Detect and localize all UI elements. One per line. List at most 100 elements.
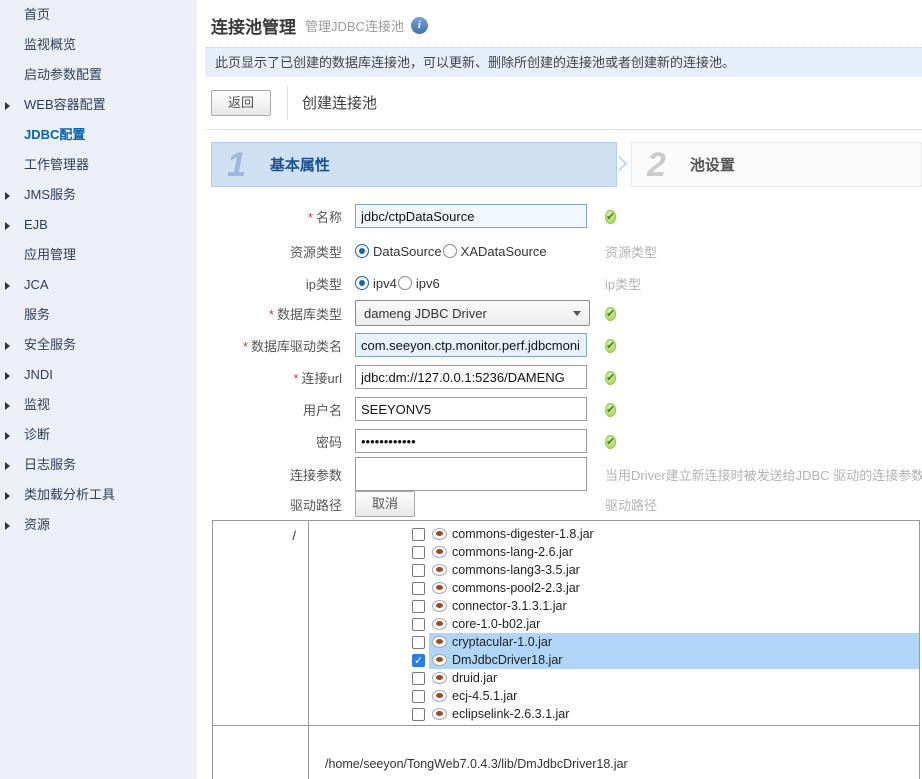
expand-arrow-icon[interactable]	[5, 342, 10, 350]
file-row-body[interactable]: eclipselink-2.6.3.1.jar	[429, 705, 919, 723]
file-row-body[interactable]: commons-digester-1.8.jar	[429, 525, 919, 543]
connection-pool-form: *名称 资源类型 DataSource XADataSource 资源类型 ip…	[197, 204, 922, 517]
horizontal-rule	[205, 129, 922, 130]
db-type-selected-value: dameng JDBC Driver	[364, 305, 487, 321]
file-checkbox[interactable]	[412, 581, 425, 595]
sidebar-item[interactable]: 资源	[0, 510, 197, 540]
file-row-body[interactable]: cryptacular-1.0.jar	[429, 633, 919, 651]
file-row-body[interactable]: DmJdbcDriver18.jar	[429, 651, 919, 669]
name-input[interactable]	[355, 204, 587, 228]
file-name: druid.jar	[452, 671, 498, 685]
file-checkbox[interactable]	[412, 545, 425, 559]
sidebar-item[interactable]: WEB容器配置	[0, 90, 197, 120]
sidebar-item[interactable]: 日志服务	[0, 450, 197, 480]
file-checkbox[interactable]	[412, 599, 425, 613]
file-list: commons-digester-1.8.jar commons-lang-2.6…	[309, 521, 919, 725]
conn-params-input[interactable]	[355, 457, 587, 491]
file-row-body[interactable]: commons-pool2-2.3.jar	[429, 579, 919, 597]
sidebar-item[interactable]: 监视概览	[0, 30, 197, 60]
url-label: * 连接url	[293, 370, 342, 386]
form-row-ip-type: ip类型 ipv4 ipv6 ip类型	[197, 274, 922, 292]
file-name: commons-digester-1.8.jar	[452, 527, 594, 541]
jar-file-icon	[432, 636, 447, 648]
sidebar-item[interactable]: 启动参数配置	[0, 60, 197, 90]
sidebar-item-label: JCA	[24, 277, 49, 292]
expand-arrow-icon[interactable]	[5, 372, 10, 380]
sidebar-item[interactable]: 监视	[0, 390, 197, 420]
radio-xadatasource[interactable]	[442, 244, 457, 258]
create-pool-label: 创建连接池	[302, 95, 378, 112]
file-row-body[interactable]: commons-lang3-3.5.jar	[429, 561, 919, 579]
file-tree-root[interactable]: /	[213, 521, 309, 725]
cancel-button[interactable]: 取消	[355, 491, 416, 517]
file-checkbox[interactable]	[412, 653, 425, 667]
sidebar-item-label: JNDI	[24, 367, 53, 382]
radio-datasource[interactable]	[355, 244, 369, 258]
form-row-url: * 连接url	[197, 365, 922, 389]
expand-arrow-icon[interactable]	[5, 432, 10, 440]
sidebar-item[interactable]: 首页	[0, 0, 197, 30]
sidebar-item[interactable]: JDBC配置	[0, 120, 197, 150]
sidebar-item[interactable]: 安全服务	[0, 330, 197, 360]
sidebar-item[interactable]: EJB	[0, 210, 197, 240]
username-label: 用户名	[302, 402, 342, 418]
step-basic-properties[interactable]: 1 基本属性	[211, 142, 617, 187]
jar-file-icon	[432, 618, 447, 630]
step1-number: 1	[227, 145, 246, 184]
jar-file-icon	[432, 672, 447, 684]
expand-arrow-icon[interactable]	[5, 102, 10, 110]
password-input[interactable]	[355, 429, 587, 453]
jar-file-icon	[432, 708, 447, 720]
jar-file-icon	[432, 528, 447, 540]
sidebar-item[interactable]: 诊断	[0, 420, 197, 450]
expand-arrow-icon[interactable]	[5, 462, 10, 470]
file-checkbox[interactable]	[412, 527, 425, 541]
url-input[interactable]	[355, 365, 587, 389]
wizard-steps: 1 基本属性 2 池设置	[211, 142, 922, 187]
sidebar-item[interactable]: 服务	[0, 300, 197, 330]
expand-arrow-icon[interactable]	[5, 222, 10, 230]
expand-arrow-icon[interactable]	[5, 402, 10, 410]
sidebar-item[interactable]: 应用管理	[0, 240, 197, 270]
step-pool-settings[interactable]: 2 池设置	[631, 142, 922, 187]
sidebar-item[interactable]: JCA	[0, 270, 197, 300]
jar-file-icon	[432, 564, 447, 576]
db-type-select[interactable]: dameng JDBC Driver	[355, 300, 590, 326]
sidebar-item-label: WEB容器配置	[24, 97, 106, 112]
sidebar-item[interactable]: JMS服务	[0, 180, 197, 210]
sidebar-item-label: 工作管理器	[24, 157, 90, 172]
valid-check-icon	[605, 370, 617, 385]
sidebar-item[interactable]: JNDI	[0, 360, 197, 390]
file-checkbox[interactable]	[412, 689, 425, 703]
expand-arrow-icon[interactable]	[5, 492, 10, 500]
username-input[interactable]	[355, 397, 587, 421]
back-button[interactable]: 返回	[211, 89, 272, 116]
file-checkbox[interactable]	[412, 635, 425, 649]
expand-arrow-icon[interactable]	[5, 282, 10, 290]
file-row-body[interactable]: commons-lang-2.6.jar	[429, 543, 919, 561]
file-row: commons-lang-2.6.jar	[309, 543, 919, 561]
file-row-body[interactable]: core-1.0-b02.jar	[429, 615, 919, 633]
radio-ipv4[interactable]	[355, 276, 369, 290]
expand-arrow-icon[interactable]	[5, 192, 10, 200]
file-checkbox[interactable]	[412, 707, 425, 721]
sidebar-item[interactable]: 类加载分析工具	[0, 480, 197, 510]
file-checkbox[interactable]	[412, 671, 425, 685]
form-row-username: 用户名	[197, 397, 922, 421]
info-icon[interactable]: i	[410, 17, 428, 34]
sidebar-item-label: 监视	[24, 397, 51, 412]
file-checkbox[interactable]	[412, 617, 425, 631]
file-checkbox[interactable]	[412, 563, 425, 577]
radio-ipv6[interactable]	[397, 276, 412, 290]
sidebar-nav: 首页 监视概览 启动参数配置 WEB容器配置 JDBC配置工作管理器 JMS服务 EJB 应用…	[0, 0, 197, 779]
sidebar-item-label: 日志服务	[24, 457, 77, 472]
file-row-body[interactable]: ecj-4.5.1.jar	[429, 687, 919, 705]
file-name: core-1.0-b02.jar	[452, 617, 541, 631]
driver-class-input[interactable]	[355, 333, 587, 357]
file-row-body[interactable]: connector-3.1.3.1.jar	[429, 597, 919, 615]
file-row: DmJdbcDriver18.jar	[309, 651, 919, 669]
file-row-body[interactable]: druid.jar	[429, 669, 919, 687]
sidebar-item[interactable]: 工作管理器	[0, 150, 197, 180]
expand-arrow-icon[interactable]	[5, 522, 10, 530]
file-name: cryptacular-1.0.jar	[452, 635, 553, 649]
